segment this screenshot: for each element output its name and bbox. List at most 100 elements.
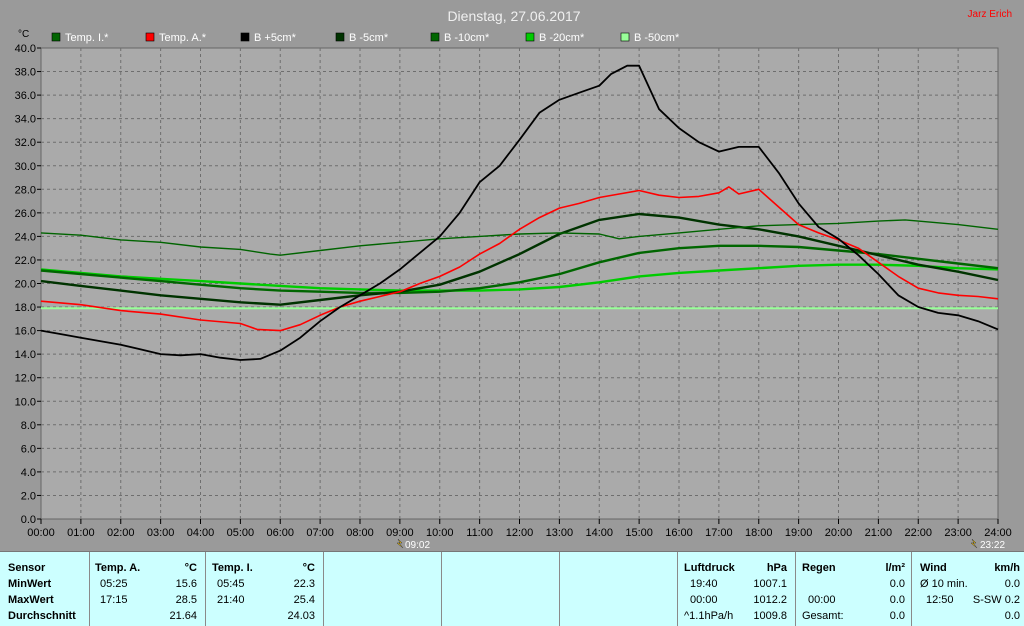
- luftdruck-min-time: 19:40: [690, 578, 718, 590]
- regen-value-2: 0.0: [889, 594, 905, 606]
- stats-wind-column: Wind km/h Ø 10 min. 0.0 12:50 S-SW 0.2 0.0: [912, 552, 1024, 626]
- stats-temp-i-column: Temp. I. °C 05:45 22.3 21:40 25.4 24.03: [206, 552, 324, 626]
- author-label: Jarz Erich: [968, 9, 1012, 20]
- x-tick-label: 23:00: [944, 527, 972, 539]
- wind-value-3: 0.0: [1004, 610, 1020, 622]
- x-tick-label: 16:00: [665, 527, 693, 539]
- luftdruck-trend: ^1.1hPa/h: [684, 610, 734, 622]
- x-tick-label: 06:00: [266, 527, 294, 539]
- statistics-panel: Sensor MinWert MaxWert Durchschnitt Temp…: [0, 551, 1024, 626]
- y-tick-label: 12.0: [15, 373, 36, 385]
- temp-a-min-value: 15.6: [175, 578, 197, 590]
- x-tick-label: 15:00: [625, 527, 653, 539]
- temp-a-header: Temp. A.: [95, 562, 141, 574]
- stats-empty-column: [442, 552, 560, 626]
- x-tick-label: 09:00: [386, 527, 414, 539]
- legend-label: B -50cm*: [634, 32, 680, 44]
- x-tick-label: 02:00: [107, 527, 135, 539]
- temp-i-average: 24.03: [287, 610, 315, 622]
- y-tick-label: 14.0: [15, 349, 36, 361]
- temp-i-min-time: 05:45: [217, 578, 245, 590]
- x-tick-label: 12:00: [506, 527, 534, 539]
- wind-avg-label: Ø 10 min.: [920, 578, 968, 590]
- temperature-chart: 0.0 2.0 4.0 6.0 8.0 10.0 12.0 14.0 16.0 18.0 20.0 2…: [0, 0, 1024, 551]
- stats-empty-column: [560, 552, 678, 626]
- stats-empty-column: [324, 552, 442, 626]
- y-tick-label: 30.0: [15, 161, 36, 173]
- temp-a-unit: °C: [184, 562, 197, 574]
- x-tick-label: 18:00: [745, 527, 773, 539]
- legend-swatch: [525, 32, 535, 42]
- x-tick-label: 07:00: [306, 527, 334, 539]
- legend-swatch: [51, 32, 61, 42]
- regen-total-value: 0.0: [889, 610, 905, 622]
- legend-label: Temp. A.*: [159, 32, 207, 44]
- luftdruck-max-time: 00:00: [690, 594, 718, 606]
- temp-a-max-value: 28.5: [175, 594, 197, 606]
- x-tick-label: 10:00: [426, 527, 454, 539]
- luftdruck-unit: hPa: [766, 562, 787, 574]
- x-tick-label: 05:00: [227, 527, 255, 539]
- x-tick-label: 13:00: [546, 527, 574, 539]
- y-tick-label: 28.0: [15, 184, 36, 196]
- durchschnitt-label: Durchschnitt: [8, 610, 76, 622]
- x-tick-label: 14:00: [585, 527, 613, 539]
- y-tick-label: 38.0: [15, 67, 36, 79]
- x-tick-label: 17:00: [705, 527, 733, 539]
- wind-direction-value: S-SW 0.2: [972, 594, 1020, 606]
- y-tick-label: 18.0: [15, 302, 36, 314]
- regen-time: 00:00: [808, 594, 836, 606]
- wind-header: Wind: [920, 562, 947, 574]
- legend-label: Temp. I.*: [65, 32, 109, 44]
- x-tick-label: 21:00: [865, 527, 893, 539]
- wind-avg-value: 0.0: [1004, 578, 1020, 590]
- y-tick-label: 8.0: [21, 420, 36, 432]
- stats-regen-column: Regen l/m² 0.0 00:00 0.0 Gesamt: 0.0: [796, 552, 912, 626]
- y-tick-label: 40.0: [15, 43, 36, 55]
- wind-time: 12:50: [926, 594, 954, 606]
- regen-header: Regen: [802, 562, 836, 574]
- y-tick-label: 10.0: [15, 396, 36, 408]
- legend-swatch: [240, 32, 250, 42]
- regen-total-label: Gesamt:: [802, 610, 844, 622]
- x-tick-label: 08:00: [346, 527, 374, 539]
- temp-a-min-time: 05:25: [100, 578, 128, 590]
- x-tick-label: 22:00: [904, 527, 932, 539]
- sensor-header: Sensor: [8, 562, 46, 574]
- sunrise-time: 09:02: [405, 540, 430, 551]
- luftdruck-header: Luftdruck: [684, 562, 735, 574]
- temp-a-average: 21.64: [169, 610, 197, 622]
- temp-i-min-value: 22.3: [293, 578, 315, 590]
- temp-i-max-time: 21:40: [217, 594, 245, 606]
- legend-swatch: [430, 32, 440, 42]
- maxwert-label: MaxWert: [8, 594, 54, 606]
- legend-label: B -5cm*: [349, 32, 389, 44]
- x-tick-label: 04:00: [187, 527, 215, 539]
- x-tick-label: 19:00: [785, 527, 813, 539]
- y-tick-label: 32.0: [15, 137, 36, 149]
- x-tick-label: 03:00: [147, 527, 175, 539]
- stats-temp-a-column: Temp. A. °C 05:25 15.6 17:15 28.5 21.64: [90, 552, 206, 626]
- x-tick-label: 01:00: [67, 527, 95, 539]
- luftdruck-trend-value: 1009.8: [753, 610, 787, 622]
- wind-unit: km/h: [994, 562, 1020, 574]
- regen-value-1: 0.0: [889, 578, 905, 590]
- x-tick-label: 00:00: [27, 527, 55, 539]
- stats-sensor-column: Sensor MinWert MaxWert Durchschnitt: [0, 552, 90, 626]
- legend-swatch: [335, 32, 345, 42]
- x-tick-label: 24:00: [984, 527, 1012, 539]
- legend-label: B +5cm*: [254, 32, 297, 44]
- y-tick-label: 4.0: [21, 467, 36, 479]
- luftdruck-min-value: 1007.1: [753, 578, 787, 590]
- legend-swatch: [620, 32, 630, 42]
- legend-label: B -10cm*: [444, 32, 490, 44]
- y-tick-label: 26.0: [15, 208, 36, 220]
- y-tick-label: 16.0: [15, 326, 36, 338]
- temp-i-header: Temp. I.: [212, 562, 253, 574]
- y-unit-label: °C: [18, 29, 29, 40]
- temp-a-max-time: 17:15: [100, 594, 128, 606]
- y-tick-label: 2.0: [21, 490, 36, 502]
- y-tick-label: 0.0: [21, 514, 36, 526]
- stats-luftdruck-column: Luftdruck hPa 19:40 1007.1 00:00 1012.2 ^1.…: [678, 552, 796, 626]
- y-tick-label: 34.0: [15, 114, 36, 126]
